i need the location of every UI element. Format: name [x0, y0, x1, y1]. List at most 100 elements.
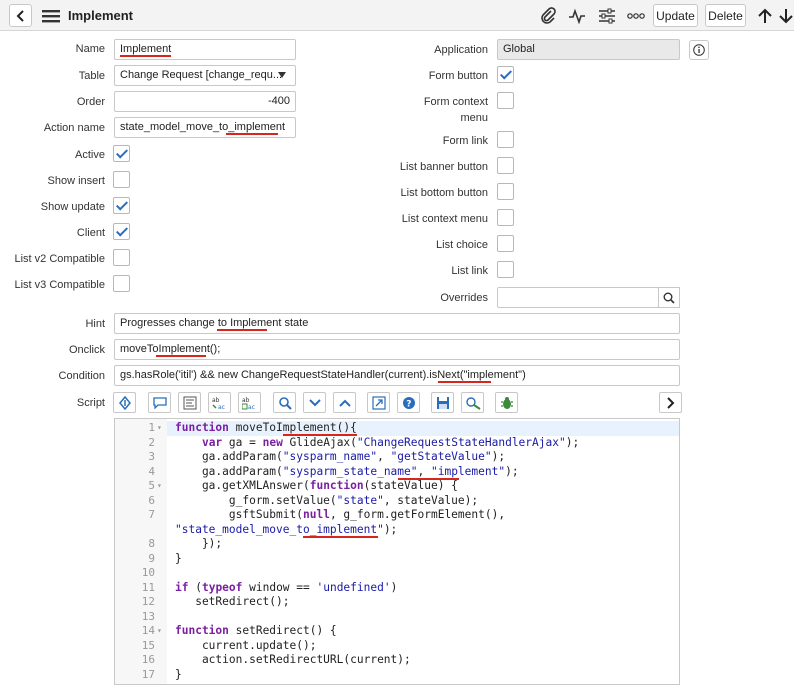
replace-all-button[interactable]: ab ac — [238, 392, 261, 413]
list-v2-checkbox[interactable] — [113, 249, 130, 266]
show-insert-checkbox[interactable] — [113, 171, 130, 188]
code-line: gsftSubmit(null, g_form.getFormElement()… — [175, 508, 506, 521]
active-label: Active — [75, 149, 105, 161]
form-link-checkbox[interactable] — [497, 131, 514, 148]
code-line: ga.addParam("sysparm_name", "getStateVal… — [175, 450, 506, 463]
svg-text:ab: ab — [242, 397, 250, 404]
code-line: } — [175, 667, 182, 681]
attachment-icon[interactable] — [537, 5, 559, 27]
code-line: g_form.setValue("state", stateValue); — [175, 493, 479, 507]
active-checkbox[interactable] — [113, 145, 130, 162]
search-code-button[interactable] — [273, 392, 296, 413]
fold-arrow-icon[interactable]: ▾ — [157, 624, 165, 639]
svg-text:ab: ab — [212, 397, 220, 404]
line-number: 4 — [148, 464, 155, 478]
form-button-checkbox[interactable] — [497, 66, 514, 83]
line-number: 15 — [141, 638, 155, 652]
code-line: action.setRedirectURL(current); — [175, 653, 411, 666]
overrides-label: Overrides — [440, 292, 488, 304]
name-value: Implement — [120, 43, 172, 57]
table-select[interactable]: Change Request [change_requ... — [114, 65, 296, 86]
fullscreen-button[interactable] — [367, 392, 390, 413]
help-button[interactable]: ? — [397, 392, 420, 413]
line-number — [115, 523, 155, 538]
collapse-button[interactable] — [303, 392, 326, 413]
form-link-label: Form link — [442, 135, 488, 147]
hint-field[interactable]: Progresses change to Implement state — [114, 313, 680, 334]
script-check-button[interactable] — [461, 392, 484, 413]
list-choice-checkbox[interactable] — [497, 235, 514, 252]
condition-field[interactable]: gs.hasRole('itil') && new ChangeRequestS… — [114, 365, 680, 386]
application-label: Application — [434, 44, 488, 56]
debug-button[interactable] — [495, 392, 518, 413]
back-button[interactable] — [9, 4, 32, 27]
activity-icon[interactable] — [566, 5, 588, 27]
form-context-menu-label-line2: menu — [460, 112, 488, 124]
settings-icon[interactable] — [596, 5, 618, 27]
show-update-label: Show update — [40, 201, 105, 213]
code-line: function setRedirect() { — [175, 624, 337, 637]
code-line: } — [175, 551, 182, 565]
delete-button[interactable]: Delete — [705, 4, 746, 27]
script-toggle-button[interactable] — [113, 392, 136, 413]
code-underline — [397, 477, 459, 480]
search-icon[interactable] — [658, 287, 680, 308]
line-number: 1 — [148, 421, 155, 434]
order-field[interactable]: -400 — [114, 91, 296, 112]
overrides-field[interactable] — [497, 287, 659, 308]
list-bottom-button-checkbox[interactable] — [497, 183, 514, 200]
list-choice-label: List choice — [436, 239, 488, 251]
form-button-label: Form button — [428, 70, 488, 82]
line-number: 6 — [148, 493, 155, 507]
action-name-label: Action name — [43, 122, 105, 134]
form-context-menu-checkbox[interactable] — [497, 92, 514, 109]
list-context-menu-checkbox[interactable] — [497, 209, 514, 226]
show-insert-label: Show insert — [47, 175, 105, 187]
form-header: Implement Update Delete — [0, 0, 794, 31]
name-field[interactable]: Implement — [114, 39, 296, 60]
format-code-button[interactable] — [178, 392, 201, 413]
code-line: if (typeof window == 'undefined') — [175, 580, 398, 594]
fold-arrow-icon[interactable]: ▾ — [157, 421, 165, 436]
action-name-underline — [226, 133, 278, 135]
save-script-button[interactable] — [431, 392, 454, 413]
code-underline — [303, 535, 378, 538]
line-number: 8 — [148, 537, 155, 550]
order-value: -400 — [267, 95, 290, 107]
list-banner-button-label: List banner button — [399, 161, 488, 173]
script-editor[interactable]: 1 ▾ function moveToImplement(){2 var ga = … — [114, 418, 680, 685]
menu-icon[interactable] — [41, 8, 61, 23]
order-label: Order — [76, 96, 105, 108]
client-checkbox[interactable] — [113, 223, 130, 240]
client-label: Client — [76, 227, 105, 239]
update-button[interactable]: Update — [653, 4, 698, 27]
show-update-checkbox[interactable] — [113, 197, 130, 214]
list-v3-label: List v3 Compatible — [14, 279, 106, 291]
fold-arrow-icon[interactable]: ▾ — [157, 479, 165, 494]
form-context-menu-label-line1: Form context — [423, 96, 488, 108]
arrow-down-icon[interactable] — [778, 5, 794, 27]
line-number: 10 — [141, 566, 155, 579]
code-line: current.update(); — [175, 638, 317, 652]
list-bottom-button-label: List bottom button — [400, 187, 488, 199]
line-number: 3 — [148, 450, 155, 463]
svg-text:ac: ac — [218, 404, 225, 410]
list-v3-checkbox[interactable] — [113, 275, 130, 292]
arrow-up-icon[interactable] — [755, 5, 775, 27]
code-line: }); — [175, 537, 223, 550]
hint-label: Hint — [85, 318, 105, 330]
table-value: Change Request [change_requ... — [120, 69, 283, 81]
list-link-checkbox[interactable] — [497, 261, 514, 278]
replace-button[interactable]: ab ac — [208, 392, 231, 413]
info-icon[interactable] — [689, 40, 709, 60]
next-button[interactable] — [659, 392, 682, 413]
more-icon[interactable] — [625, 5, 647, 27]
form-context-menu-label: Form context menu — [380, 96, 488, 125]
condition-value: gs.hasRole('itil') && new ChangeRequestS… — [120, 369, 526, 381]
list-banner-button-checkbox[interactable] — [497, 157, 514, 174]
action-name-value: state_model_move_to_implement — [120, 121, 286, 133]
comment-button[interactable] — [148, 392, 171, 413]
dropdown-icon — [278, 72, 286, 78]
condition-label: Condition — [58, 370, 105, 382]
expand-button[interactable] — [333, 392, 356, 413]
